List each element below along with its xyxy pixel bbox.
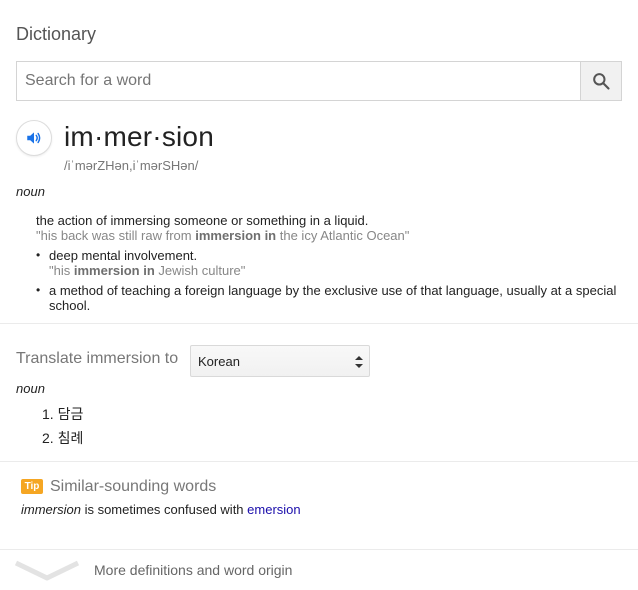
definition-subitem: a method of teaching a foreign language … [36, 283, 626, 313]
section-divider [0, 549, 638, 550]
more-definitions-link[interactable]: More definitions and word origin [94, 562, 292, 578]
translation-item: 1. 담금 [42, 406, 84, 422]
select-arrows-icon [355, 356, 363, 368]
tip-badge: Tip [21, 479, 43, 494]
definition-subitem: deep mental involvement. "his immersion … [36, 248, 626, 278]
tip-word: immersion [21, 502, 81, 517]
search-icon [593, 73, 610, 90]
dictionary-card: Dictionary im·mer·sion /iˈmərZHən,iˈmərS… [0, 0, 638, 590]
definition-example: "his immersion in Jewish culture" [49, 263, 246, 278]
tip-title: Similar-sounding words [50, 478, 217, 495]
pronunciation-button[interactable] [16, 120, 52, 156]
definition-text: the action of immersing someone or somet… [36, 213, 369, 228]
panel-title: Dictionary [16, 24, 97, 44]
phonetic-spelling: /iˈmərZHən,iˈmərSHən/ [64, 158, 199, 173]
definition-text: deep mental involvement. [49, 248, 198, 263]
search-box [16, 61, 622, 101]
translation-item: 2. 침례 [42, 430, 84, 446]
similar-word-link[interactable]: emersion [247, 502, 300, 517]
language-select-value: Korean [198, 353, 240, 369]
definition-text: a method of teaching a foreign language … [49, 283, 617, 313]
section-divider [0, 323, 638, 324]
translation-part-of-speech: noun [16, 381, 45, 396]
expand-chevron-icon[interactable] [14, 559, 80, 581]
search-input[interactable] [17, 62, 580, 100]
definition-item: the action of immersing someone or somet… [36, 213, 626, 243]
section-divider [0, 461, 638, 462]
translate-label: Translate immersion to [16, 350, 179, 367]
search-button[interactable] [580, 62, 621, 100]
definition-list: the action of immersing someone or somet… [36, 213, 626, 318]
language-select[interactable]: Korean [190, 345, 370, 377]
part-of-speech: noun [16, 184, 45, 199]
definition-example: "his back was still raw from immersion i… [36, 228, 410, 243]
translation-list: 1. 담금 2. 침례 [42, 406, 83, 454]
tip-text: immersion is sometimes confused with eme… [21, 502, 301, 517]
headword: im·mer·sion [64, 121, 214, 152]
speaker-icon [27, 132, 41, 144]
